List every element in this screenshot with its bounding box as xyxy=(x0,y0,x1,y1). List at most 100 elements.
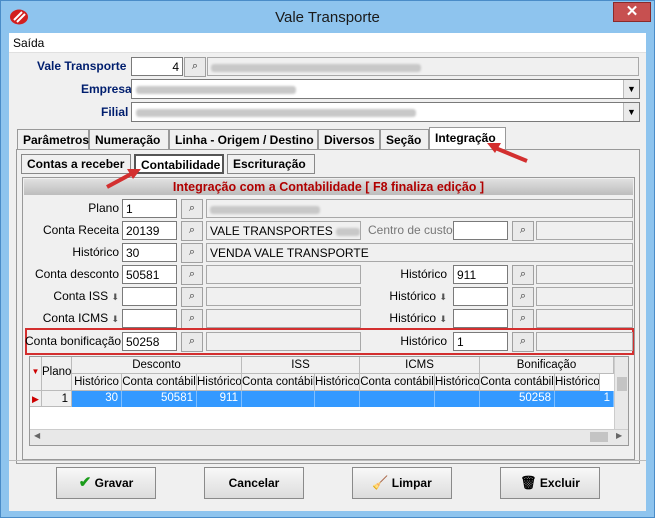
filial-label: Filial xyxy=(101,105,129,119)
table-cell[interactable]: 911 xyxy=(197,391,242,407)
table-cell[interactable] xyxy=(360,391,435,407)
checkmark-icon: ✔ xyxy=(78,474,92,491)
accounting-section: Integração com a Contabilidade [ F8 fina… xyxy=(22,177,635,460)
historico-icms-description xyxy=(536,309,633,328)
table-cell[interactable]: 1 xyxy=(555,391,614,407)
col-iss-historico-a[interactable]: Histórico xyxy=(197,374,242,391)
centro-custos-description xyxy=(536,221,633,240)
col-bonif-historico[interactable]: Histórico xyxy=(555,374,600,391)
empresa-label: Empresa xyxy=(81,82,132,96)
gravar-button[interactable]: ✔ Gravar xyxy=(56,467,156,499)
col-icms-conta[interactable]: Conta contábil xyxy=(360,374,435,391)
limpar-button[interactable]: 🧹 Limpar xyxy=(352,467,452,499)
empresa-select[interactable]: ▼ xyxy=(131,79,640,99)
col-group-iss: ISS xyxy=(242,357,360,374)
menu-saida[interactable]: Saída xyxy=(13,36,44,50)
table-cell[interactable]: 50581 xyxy=(122,391,197,407)
conta-icms-field[interactable] xyxy=(122,309,177,328)
title-bar[interactable]: Vale Transporte ✕ xyxy=(1,1,654,33)
centro-custos-field[interactable] xyxy=(453,221,508,240)
conta-icms-description xyxy=(206,309,361,328)
sort-triangle-icon: ▼ xyxy=(30,357,42,391)
client-area: Saída Vale Transporte 4 ⌕ Empresa ▼ Fili… xyxy=(9,33,646,511)
historico-field[interactable]: 30 xyxy=(122,243,177,262)
tab-linha-origem-destino[interactable]: Linha - Origem / Destino xyxy=(169,129,318,150)
centro-custos-search-icon[interactable]: ⌕ xyxy=(512,221,534,241)
arrow-down-icon: ⬇ xyxy=(439,292,447,302)
tab-parametros[interactable]: Parâmetros xyxy=(17,129,89,150)
historico-bonificacao-field[interactable]: 1 xyxy=(453,332,508,351)
table-cell[interactable] xyxy=(315,391,360,407)
conta-desconto-field[interactable]: 50581 xyxy=(122,265,177,284)
historico-iss-description xyxy=(536,287,633,306)
scroll-thumb[interactable] xyxy=(617,377,627,391)
historico-search-icon[interactable]: ⌕ xyxy=(181,243,203,263)
scroll-left-icon[interactable]: ◀ xyxy=(34,431,40,440)
table-cell[interactable] xyxy=(435,391,480,407)
historico-desconto-label: Histórico xyxy=(400,267,447,281)
chevron-down-icon[interactable]: ▼ xyxy=(623,80,639,98)
historico-desconto-description xyxy=(536,265,633,284)
table-cell[interactable] xyxy=(242,391,315,407)
vertical-scrollbar[interactable] xyxy=(614,357,628,429)
conta-icms-search-icon[interactable]: ⌕ xyxy=(181,309,203,329)
historico-bonificacao-description xyxy=(536,332,633,351)
plano-search-icon[interactable]: ⌕ xyxy=(181,199,203,219)
subtab-contabilidade[interactable]: Contabilidade xyxy=(134,154,224,174)
col-group-bonificacao: Bonificação xyxy=(480,357,614,374)
filial-select[interactable]: ▼ xyxy=(131,102,640,122)
horizontal-scrollbar[interactable]: ◀ ▶ xyxy=(30,429,628,445)
historico-description: VENDA VALE TRANSPORTE xyxy=(206,243,633,262)
integration-grid[interactable]: ▼ Plano Desconto ISS ICMS Bonificação Hi… xyxy=(29,356,629,446)
chevron-down-icon[interactable]: ▼ xyxy=(623,103,639,121)
conta-desconto-search-icon[interactable]: ⌕ xyxy=(181,265,203,285)
vale-transporte-label: Vale Transporte xyxy=(37,59,127,73)
historico-desconto-field[interactable]: 911 xyxy=(453,265,508,284)
plano-label: Plano xyxy=(88,201,119,215)
col-icms-historico[interactable]: Histórico xyxy=(435,374,480,391)
subtab-escrituracao[interactable]: Escrituração xyxy=(227,154,315,174)
cancelar-button[interactable]: Cancelar xyxy=(204,467,304,499)
table-row-plano[interactable]: 1 xyxy=(42,391,72,407)
col-bonif-conta[interactable]: Conta contábil xyxy=(480,374,555,391)
arrow-down-icon: ⬇ xyxy=(111,314,119,324)
plano-description xyxy=(206,199,633,218)
col-plano[interactable]: Plano xyxy=(42,357,72,391)
arrow-down-icon: ⬇ xyxy=(111,292,119,302)
tab-secao[interactable]: Seção xyxy=(380,129,429,150)
annotation-arrow-contabilidade xyxy=(106,169,141,189)
excluir-button[interactable]: 🗑 Excluir xyxy=(500,467,600,499)
table-cell[interactable]: 30 xyxy=(72,391,122,407)
tab-diversos[interactable]: Diversos xyxy=(318,129,380,150)
historico-desconto-search-icon[interactable]: ⌕ xyxy=(512,265,534,285)
conta-bonificacao-search-icon[interactable]: ⌕ xyxy=(181,332,203,352)
vale-search-icon[interactable]: ⌕ xyxy=(184,57,206,77)
col-desconto-conta[interactable]: Conta contábil xyxy=(122,374,197,391)
historico-iss-search-icon[interactable]: ⌕ xyxy=(512,287,534,307)
conta-iss-label: Conta ISS ⬇ xyxy=(53,289,119,303)
conta-icms-label: Conta ICMS ⬇ xyxy=(42,311,119,325)
plano-field[interactable]: 1 xyxy=(122,199,177,218)
divider xyxy=(9,460,646,461)
conta-receita-search-icon[interactable]: ⌕ xyxy=(181,221,203,241)
close-button[interactable]: ✕ xyxy=(613,2,651,22)
vale-number-field[interactable]: 4 xyxy=(131,57,183,76)
historico-bonificacao-search-icon[interactable]: ⌕ xyxy=(512,332,534,352)
historico-iss-field[interactable] xyxy=(453,287,508,306)
tab-numeracao[interactable]: Numeração xyxy=(89,129,169,150)
table-cell[interactable]: 50258 xyxy=(480,391,555,407)
col-iss-historico[interactable]: Histórico xyxy=(315,374,360,391)
conta-iss-field[interactable] xyxy=(122,287,177,306)
conta-receita-field[interactable]: 20139 xyxy=(122,221,177,240)
conta-bonificacao-field[interactable]: 50258 xyxy=(122,332,177,351)
col-group-icms: ICMS xyxy=(360,357,480,374)
conta-receita-label: Conta Receita xyxy=(42,223,119,237)
conta-iss-search-icon[interactable]: ⌕ xyxy=(181,287,203,307)
col-desconto-historico[interactable]: Histórico xyxy=(72,374,122,391)
historico-icms-search-icon[interactable]: ⌕ xyxy=(512,309,534,329)
scroll-thumb[interactable] xyxy=(590,432,608,442)
historico-icms-field[interactable] xyxy=(453,309,508,328)
col-iss-conta[interactable]: Conta contábil xyxy=(242,374,315,391)
scroll-right-icon[interactable]: ▶ xyxy=(616,431,622,440)
main-window: Vale Transporte ✕ Saída Vale Transporte … xyxy=(0,0,655,518)
